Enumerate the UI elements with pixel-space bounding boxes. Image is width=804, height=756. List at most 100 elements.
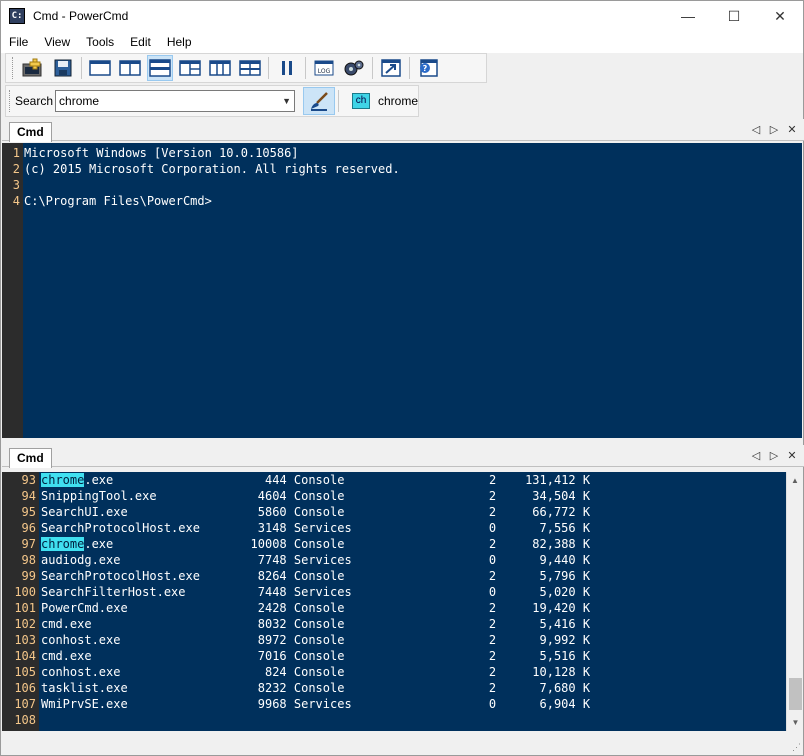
console-output[interactable]: 93 94 95 96 97 98 99 100 101 102 103 104 105 106 107 10…: [2, 472, 786, 731]
new-console-button[interactable]: [20, 55, 46, 81]
process-name: chrome.exe: [41, 537, 222, 551]
table-row: audiodg.exe 7748 Services 0 9,440 K: [41, 552, 590, 568]
chevron-left-icon[interactable]: ◁: [750, 447, 762, 465]
table-row: WmiPrvSE.exe 9968 Services 0 6,904 K: [41, 696, 590, 712]
help-button[interactable]: ?: [415, 55, 441, 81]
scrollbar-thumb[interactable]: [789, 678, 802, 710]
process-name: SearchUI.exe: [41, 505, 222, 519]
menu-file[interactable]: File: [1, 31, 36, 53]
line-number: 98: [21, 553, 36, 567]
console-lines: Microsoft Windows [Version 10.0.10586] (…: [24, 145, 400, 209]
scroll-up-arrow-icon[interactable]: ▲: [787, 472, 803, 489]
layout-four-grid-icon: [239, 60, 261, 76]
line-number: 1: [12, 146, 20, 160]
process-details: 7448 Services 0 5,020 K: [221, 585, 591, 599]
console-output[interactable]: 1 2 3 4 Microsoft Windows [Version 10.0.…: [2, 143, 802, 438]
line-number: 93: [21, 473, 36, 487]
table-row: tasklist.exe 8232 Console 2 7,680 K: [41, 680, 590, 696]
process-name: SearchProtocolHost.exe: [41, 569, 222, 583]
chevron-left-icon[interactable]: ◁: [750, 121, 762, 139]
highlight-button[interactable]: [303, 87, 335, 115]
gears-icon: [344, 60, 364, 76]
title-bar[interactable]: C: Cmd - PowerCmd — ☐ ✕: [1, 1, 803, 31]
search-input-value: chrome: [59, 94, 100, 108]
svg-text:LOG: LOG: [318, 68, 331, 75]
search-separator: [338, 90, 339, 112]
process-details: 8032 Console 2 5,416 K: [221, 617, 591, 631]
line-number: 99: [21, 569, 36, 583]
line-number: 101: [14, 601, 36, 615]
help-icon: ?: [420, 59, 438, 77]
table-row: conhost.exe 824 Console 2 10,128 K: [41, 664, 590, 680]
search-label: Search: [15, 94, 54, 108]
console-lines: chrome.exe 444 Console 2 131,412 K Snippi…: [41, 472, 590, 728]
search-bar-grip[interactable]: [9, 90, 12, 112]
process-name: chrome.exe: [41, 473, 222, 487]
layout-four-grid-button[interactable]: [237, 55, 263, 81]
table-row: SearchProtocolHost.exe 8264 Console 2 5,…: [41, 568, 590, 584]
search-input[interactable]: chrome ▼: [55, 90, 295, 112]
table-row: conhost.exe 8972 Console 2 9,992 K: [41, 632, 590, 648]
maximize-button[interactable]: ☐: [711, 1, 757, 31]
line-number: 97: [21, 537, 36, 551]
layout-three-columns-button[interactable]: [207, 55, 233, 81]
menu-edit[interactable]: Edit: [122, 31, 159, 53]
layout-two-rows-icon: [149, 59, 171, 77]
menu-tools[interactable]: Tools: [78, 31, 122, 53]
toolbar-separator: [409, 57, 410, 79]
line-number: 96: [21, 521, 36, 535]
search-match-highlight: chrome: [41, 537, 85, 551]
vertical-scrollbar[interactable]: ▲ ▼: [786, 472, 803, 731]
chevron-right-icon[interactable]: ▷: [768, 121, 780, 139]
process-details: 5860 Console 2 66,772 K: [221, 505, 591, 519]
line-number: 94: [21, 489, 36, 503]
table-row: SearchProtocolHost.exe 3148 Services 0 7…: [41, 520, 590, 536]
pause-button[interactable]: [274, 55, 300, 81]
minimize-button[interactable]: —: [665, 1, 711, 31]
toolbar-grip[interactable]: [12, 57, 15, 79]
close-button[interactable]: ✕: [757, 1, 803, 31]
close-icon[interactable]: ✕: [786, 121, 798, 139]
line-number: 102: [14, 617, 36, 631]
scroll-down-arrow-icon[interactable]: ▼: [787, 714, 804, 731]
tab-cmd[interactable]: Cmd: [9, 448, 52, 468]
save-button[interactable]: [50, 55, 76, 81]
layout-three-columns-icon: [209, 60, 231, 76]
chevron-down-icon[interactable]: ▼: [282, 96, 291, 106]
layout-two-columns-button[interactable]: [117, 55, 143, 81]
table-row: cmd.exe 7016 Console 2 5,516 K: [41, 648, 590, 664]
tab-cmd[interactable]: Cmd: [9, 122, 52, 142]
process-name: conhost.exe: [41, 633, 222, 647]
layout-two-rows-button[interactable]: [147, 55, 173, 81]
search-term-label[interactable]: chrome: [378, 94, 418, 108]
table-row: PowerCmd.exe 2428 Console 2 19,420 K: [41, 600, 590, 616]
pane-header: Cmd ◁ ▷ ✕: [2, 119, 804, 142]
process-name: SearchFilterHost.exe: [41, 585, 222, 599]
toolbar-separator: [81, 57, 82, 79]
app-icon[interactable]: C:: [9, 8, 25, 24]
layout-single-button[interactable]: [87, 55, 113, 81]
main-toolbar: LOG ?: [5, 53, 487, 83]
layout-two-columns-icon: [119, 60, 141, 76]
menu-view[interactable]: View: [36, 31, 78, 53]
brush-icon: [311, 92, 328, 111]
chevron-right-icon[interactable]: ▷: [768, 447, 780, 465]
process-name: PowerCmd.exe: [41, 601, 222, 615]
process-name: SnippingTool.exe: [41, 489, 222, 503]
save-icon: [54, 59, 72, 77]
resize-grip-icon[interactable]: ⋰: [792, 742, 801, 753]
process-name: cmd.exe: [41, 649, 222, 663]
layout-three-left-button[interactable]: [177, 55, 203, 81]
process-details: 3148 Services 0 7,556 K: [221, 521, 591, 535]
close-icon[interactable]: ✕: [786, 447, 798, 465]
line-number: 104: [14, 649, 36, 663]
log-button[interactable]: LOG: [311, 55, 337, 81]
settings-button[interactable]: [341, 55, 367, 81]
menu-help[interactable]: Help: [159, 31, 200, 53]
search-term-badge[interactable]: ch: [352, 93, 370, 109]
open-external-button[interactable]: [378, 55, 404, 81]
console-pane-top: Cmd ◁ ▷ ✕ 1 2 3 4 Microsoft Windows [Ver…: [2, 119, 804, 441]
process-details: 4604 Console 2 34,504 K: [221, 489, 591, 503]
table-row: SnippingTool.exe 4604 Console 2 34,504 K: [41, 488, 590, 504]
